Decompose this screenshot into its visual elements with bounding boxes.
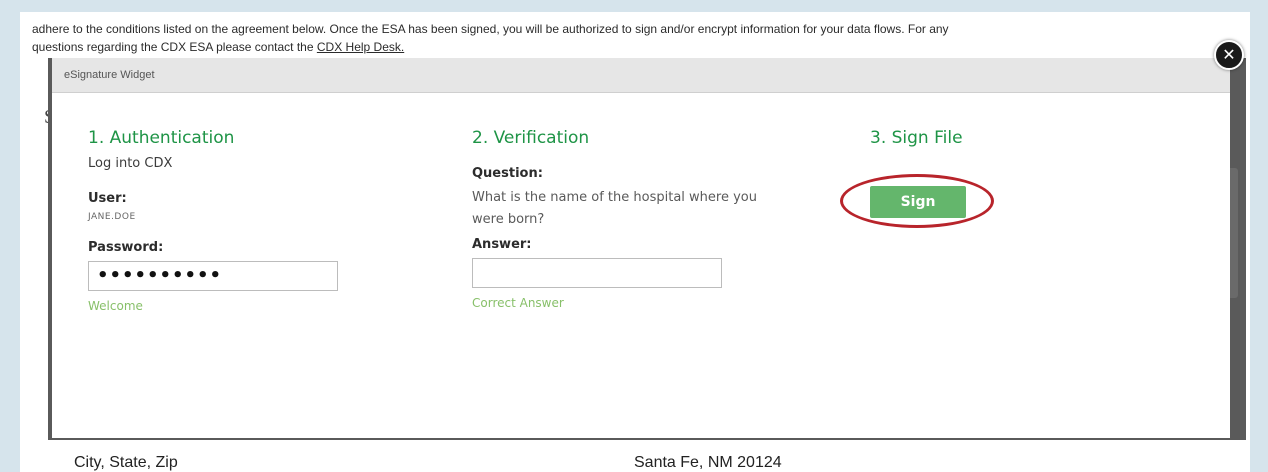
esignature-widget-modal: eSignature Widget 1. Authentication Log … <box>52 58 1230 438</box>
authentication-title: 1. Authentication <box>88 128 235 148</box>
authentication-section: 1. Authentication Log into CDX User: JAN… <box>88 128 418 313</box>
verification-title: 2. Verification <box>472 128 590 148</box>
question-label: Question: <box>472 166 543 181</box>
authentication-subtitle: Log into CDX <box>88 156 173 171</box>
intro-line-2: questions regarding the CDX ESA please c… <box>32 38 1247 56</box>
user-value: JANE.DOE <box>88 212 136 222</box>
help-desk-link[interactable]: CDX Help Desk. <box>317 40 404 54</box>
city-state-zip-label: City, State, Zip <box>74 454 178 471</box>
city-state-zip-value: Santa Fe, NM 20124 <box>634 454 782 471</box>
answer-input[interactable] <box>472 258 722 288</box>
user-label: User: <box>88 191 127 206</box>
password-field[interactable]: •••••••••• <box>88 261 338 291</box>
answer-label: Answer: <box>472 237 532 252</box>
close-icon[interactable]: ✕ <box>1214 40 1244 70</box>
modal-header: eSignature Widget <box>52 58 1230 93</box>
sign-button[interactable]: Sign <box>870 186 966 218</box>
authentication-status: Welcome <box>88 299 143 313</box>
intro-line-2-text: questions regarding the CDX ESA please c… <box>32 40 314 54</box>
intro-line-1: adhere to the conditions listed on the a… <box>32 22 949 36</box>
security-question: What is the name of the hospital where y… <box>472 190 757 227</box>
verification-section: 2. Verification Question: What is the na… <box>472 128 802 310</box>
intro-text: adhere to the conditions listed on the a… <box>32 20 1247 56</box>
password-label: Password: <box>88 240 164 255</box>
verification-status: Correct Answer <box>472 296 564 310</box>
address-row: City, State, Zip Santa Fe, NM 20124 <box>54 450 1234 472</box>
sign-file-title: 3. Sign File <box>870 128 963 148</box>
sign-section: 3. Sign File Sign <box>840 128 1110 228</box>
